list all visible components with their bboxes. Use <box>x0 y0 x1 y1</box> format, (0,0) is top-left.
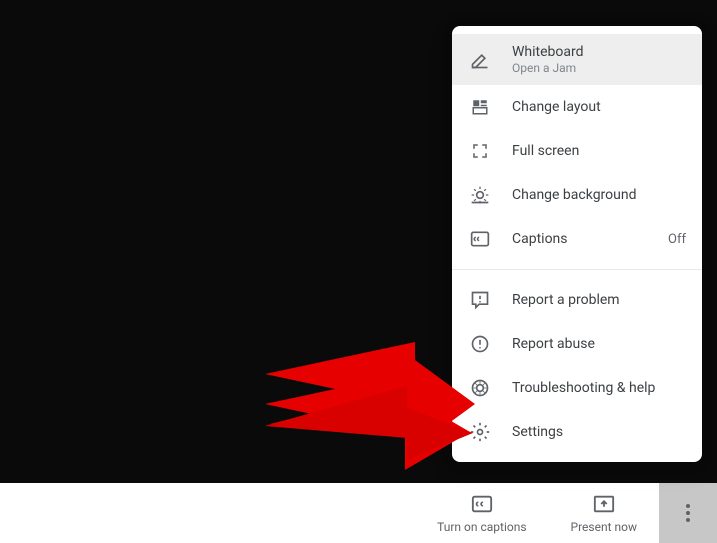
menu-label: Settings <box>512 424 686 440</box>
kebab-icon <box>686 504 690 522</box>
menu-label: Change layout <box>512 99 686 115</box>
menu-item-change-layout[interactable]: Change layout <box>452 85 702 129</box>
menu-divider <box>452 269 702 270</box>
menu-label: Report a problem <box>512 292 686 308</box>
menu-item-captions[interactable]: Captions Off <box>452 217 702 261</box>
fullscreen-icon <box>468 139 492 163</box>
present-now-button[interactable]: Present now <box>549 483 659 543</box>
menu-item-change-background[interactable]: Change background <box>452 173 702 217</box>
menu-label: Whiteboard <box>512 44 686 60</box>
menu-item-settings[interactable]: Settings <box>452 410 702 454</box>
captions-icon <box>468 227 492 251</box>
menu-item-troubleshooting-help[interactable]: Troubleshooting & help <box>452 366 702 410</box>
menu-item-report-problem[interactable]: Report a problem <box>452 278 702 322</box>
menu-label: Troubleshooting & help <box>512 380 686 396</box>
layout-icon <box>468 95 492 119</box>
feedback-icon <box>468 288 492 312</box>
menu-item-report-abuse[interactable]: Report abuse <box>452 322 702 366</box>
background-icon <box>468 183 492 207</box>
captions-status: Off <box>668 232 686 247</box>
more-options-button[interactable] <box>659 483 717 543</box>
more-options-menu: Whiteboard Open a Jam Change layout Full… <box>452 26 702 462</box>
menu-sublabel: Open a Jam <box>512 61 686 75</box>
menu-label: Report abuse <box>512 336 686 352</box>
menu-label: Change background <box>512 187 686 203</box>
bottom-toolbar: Turn on captions Present now <box>0 483 717 543</box>
present-icon <box>593 492 615 516</box>
captions-icon <box>471 492 493 516</box>
help-icon <box>468 376 492 400</box>
menu-item-whiteboard[interactable]: Whiteboard Open a Jam <box>452 34 702 85</box>
menu-label: Full screen <box>512 143 686 159</box>
button-label: Present now <box>571 520 637 534</box>
menu-item-full-screen[interactable]: Full screen <box>452 129 702 173</box>
menu-label: Captions <box>512 231 668 247</box>
report-abuse-icon <box>468 332 492 356</box>
button-label: Turn on captions <box>437 520 526 534</box>
turn-on-captions-button[interactable]: Turn on captions <box>415 483 548 543</box>
whiteboard-icon <box>468 48 492 72</box>
gear-icon <box>468 420 492 444</box>
